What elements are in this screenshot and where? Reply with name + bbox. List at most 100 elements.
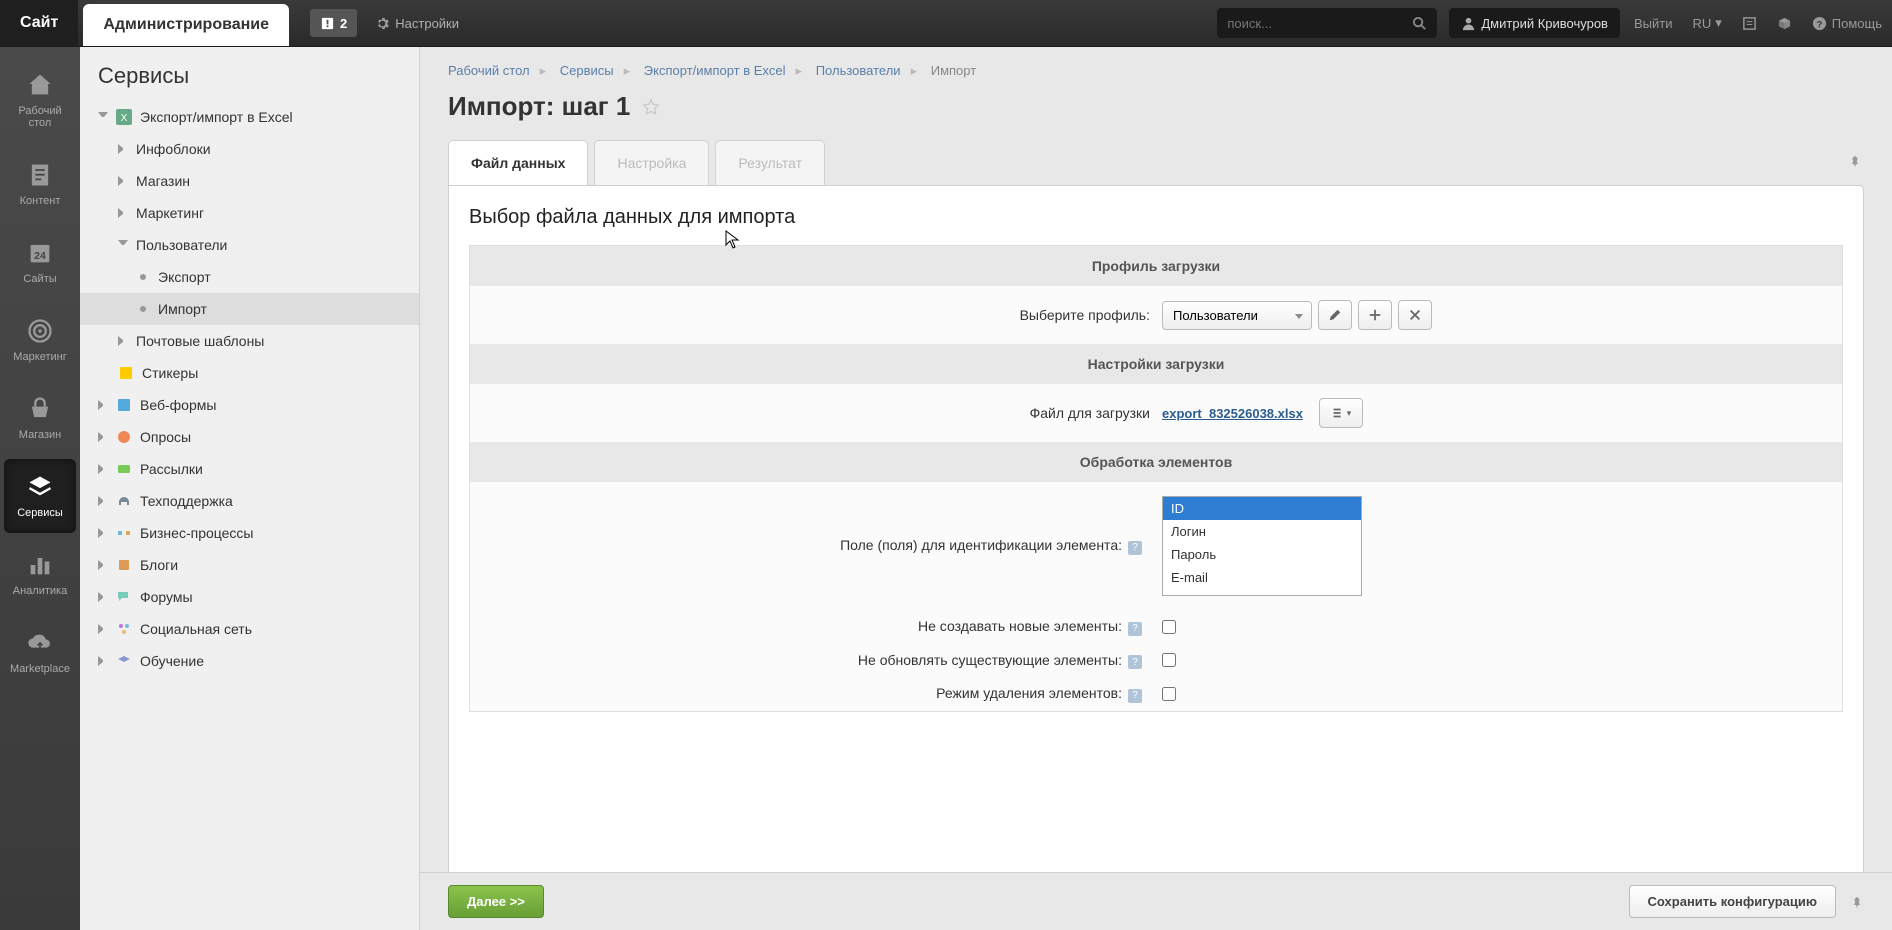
bullet-icon: [140, 306, 146, 312]
tree-label: Экспорт: [158, 269, 211, 285]
tree-item-support[interactable]: Техподдержка: [80, 485, 419, 517]
target-icon: [26, 317, 54, 345]
iconbar-services[interactable]: Сервисы: [4, 459, 76, 533]
search-box[interactable]: [1217, 8, 1437, 38]
search-input[interactable]: [1227, 16, 1412, 31]
iconbar-marketplace[interactable]: Marketplace: [4, 615, 76, 689]
docs-icon[interactable]: [1732, 0, 1767, 46]
edit-profile-button[interactable]: [1318, 300, 1352, 330]
tab-admin[interactable]: Администрирование: [83, 4, 289, 46]
delete-profile-button[interactable]: [1398, 300, 1432, 330]
chevron-right-icon: [98, 400, 108, 410]
save-config-button[interactable]: Сохранить конфигурацию: [1629, 885, 1836, 918]
tree-label: Маркетинг: [136, 205, 204, 221]
profile-select[interactable]: Пользователи: [1162, 301, 1312, 330]
file-menu-button[interactable]: ▾: [1319, 398, 1363, 428]
notification-badge[interactable]: 2: [310, 9, 357, 37]
breadcrumb: Рабочий стол▸ Сервисы▸ Экспорт/импорт в …: [420, 47, 1892, 87]
help-icon[interactable]: ?: [1128, 541, 1142, 555]
tree-item-forums[interactable]: Форумы: [80, 581, 419, 613]
breadcrumb-link[interactable]: Пользователи: [816, 63, 901, 78]
calendar-icon: 24: [26, 239, 54, 267]
market-icon[interactable]: [1767, 0, 1802, 46]
help-icon[interactable]: ?: [1128, 622, 1142, 636]
cb-no-create[interactable]: [1162, 620, 1176, 634]
iconbar-label: Аналитика: [13, 585, 67, 597]
logout-button[interactable]: Выйти: [1624, 0, 1683, 46]
tree-item-bizproc[interactable]: Бизнес-процессы: [80, 517, 419, 549]
layers-icon: [26, 473, 54, 501]
tree-item-users[interactable]: Пользователи: [80, 229, 419, 261]
next-button[interactable]: Далее >>: [448, 885, 544, 918]
settings-label: Настройки: [395, 16, 459, 31]
iconbar-content[interactable]: Контент: [4, 147, 76, 221]
tab-settings: Настройка: [594, 140, 709, 185]
tree-item-mail-templates[interactable]: Почтовые шаблоны: [80, 325, 419, 357]
cb-delete-mode[interactable]: [1162, 687, 1176, 701]
breadcrumb-link[interactable]: Сервисы: [560, 63, 614, 78]
cloud-icon: [26, 629, 54, 657]
tree-item-blogs[interactable]: Блоги: [80, 549, 419, 581]
tree-label: Почтовые шаблоны: [136, 333, 264, 349]
sticker-icon: [118, 365, 134, 381]
list-icon: [1331, 406, 1345, 420]
tree-item-shop[interactable]: Магазин: [80, 165, 419, 197]
tree-label: Блоги: [140, 557, 178, 573]
pin-icon[interactable]: [1848, 154, 1862, 168]
chevron-down-icon: [98, 112, 108, 122]
ident-listbox[interactable]: ID Логин Пароль E-mail: [1162, 496, 1362, 596]
iconbar-shop[interactable]: Магазин: [4, 381, 76, 455]
listbox-item[interactable]: E-mail: [1163, 566, 1361, 589]
tab-site[interactable]: Сайт: [0, 0, 78, 46]
file-link[interactable]: export_832526038.xlsx: [1162, 406, 1303, 421]
gear-icon: [375, 16, 390, 31]
cb3-label: Режим удаления элементов:?: [730, 685, 1150, 703]
iconbar-marketing[interactable]: Маркетинг: [4, 303, 76, 377]
chevron-right-icon: [118, 176, 128, 186]
iconbar-sites[interactable]: 24Сайты: [4, 225, 76, 299]
language-button[interactable]: RU▾: [1682, 0, 1731, 46]
listbox-item[interactable]: ID: [1163, 497, 1361, 520]
tree-item-learning[interactable]: Обучение: [80, 645, 419, 677]
excel-icon: X: [116, 109, 132, 125]
help-icon: ?: [1812, 16, 1827, 31]
tree-item-infoblocks[interactable]: Инфоблоки: [80, 133, 419, 165]
blog-icon: [116, 557, 132, 573]
help-icon[interactable]: ?: [1128, 689, 1142, 703]
star-icon[interactable]: [642, 98, 660, 116]
footer-bar: Далее >> Сохранить конфигурацию: [420, 872, 1892, 930]
tree-item-export[interactable]: Экспорт: [80, 261, 419, 293]
user-button[interactable]: Дмитрий Кривочуров: [1449, 8, 1620, 38]
tree-item-export-import[interactable]: XЭкспорт/импорт в Excel: [80, 101, 419, 133]
breadcrumb-link[interactable]: Экспорт/импорт в Excel: [644, 63, 786, 78]
search-icon[interactable]: [1412, 16, 1427, 31]
settings-button[interactable]: Настройки: [363, 0, 471, 46]
tree-item-stickers[interactable]: Стикеры: [80, 357, 419, 389]
pin-icon[interactable]: [1850, 895, 1864, 909]
listbox-item[interactable]: Логин: [1163, 520, 1361, 543]
cb2-label: Не обновлять существующие элементы:?: [730, 652, 1150, 670]
help-icon[interactable]: ?: [1128, 655, 1142, 669]
tree-item-polls[interactable]: Опросы: [80, 421, 419, 453]
user-name: Дмитрий Кривочуров: [1481, 16, 1608, 31]
tree-item-mailing[interactable]: Рассылки: [80, 453, 419, 485]
basket-icon: [26, 395, 54, 423]
iconbar-analytics[interactable]: Аналитика: [4, 537, 76, 611]
breadcrumb-link[interactable]: Рабочий стол: [448, 63, 530, 78]
iconbar-desktop[interactable]: Рабочий стол: [4, 57, 76, 143]
tree-item-social[interactable]: Социальная сеть: [80, 613, 419, 645]
tree-item-webforms[interactable]: Веб-формы: [80, 389, 419, 421]
listbox-item[interactable]: Пароль: [1163, 543, 1361, 566]
iconbar-label: Marketplace: [10, 663, 70, 675]
cb-no-update[interactable]: [1162, 653, 1176, 667]
learning-icon: [116, 653, 132, 669]
chevron-right-icon: [98, 528, 108, 538]
add-profile-button[interactable]: [1358, 300, 1392, 330]
help-button[interactable]: ? Помощь: [1802, 0, 1892, 46]
tree-label: Обучение: [140, 653, 204, 669]
content-area: Рабочий стол▸ Сервисы▸ Экспорт/импорт в …: [420, 47, 1892, 930]
chevron-right-icon: [98, 592, 108, 602]
tab-file-data[interactable]: Файл данных: [448, 140, 588, 185]
tree-item-import[interactable]: Импорт: [80, 293, 419, 325]
tree-item-marketing[interactable]: Маркетинг: [80, 197, 419, 229]
